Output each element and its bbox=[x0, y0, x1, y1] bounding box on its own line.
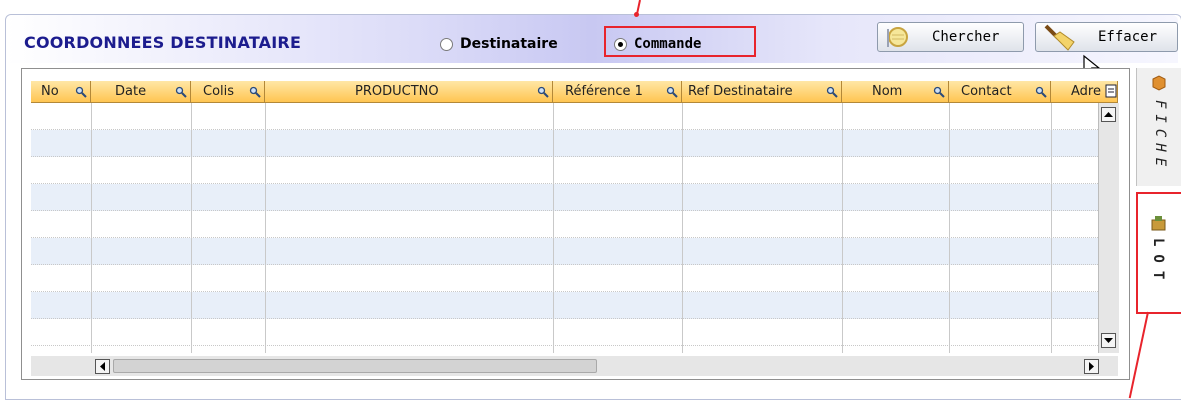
clear-button-label: Effacer bbox=[1098, 29, 1158, 45]
scroll-right-icon[interactable] bbox=[1084, 359, 1099, 374]
column-header-label: Ref Destinataire bbox=[688, 84, 793, 99]
scroll-down-icon[interactable] bbox=[1101, 333, 1116, 348]
search-icon[interactable] bbox=[249, 86, 261, 98]
column-header[interactable]: PRODUCTNO bbox=[265, 81, 553, 103]
panel-title: COORDONNEES DESTINATAIRE bbox=[24, 33, 302, 52]
fiche-icon bbox=[1152, 75, 1166, 91]
column-divider bbox=[91, 103, 92, 353]
search-button-label: Chercher bbox=[932, 29, 1000, 45]
column-divider bbox=[842, 103, 843, 353]
search-icon[interactable] bbox=[933, 86, 945, 98]
radio-icon bbox=[440, 37, 453, 51]
tab-lot-label: LOT bbox=[1150, 238, 1166, 288]
search-icon[interactable] bbox=[826, 86, 838, 98]
column-header-label: Nom bbox=[872, 84, 903, 99]
column-header[interactable]: Contact bbox=[949, 81, 1051, 103]
table-options-icon[interactable] bbox=[1104, 83, 1118, 99]
column-divider bbox=[191, 103, 192, 353]
search-button[interactable]: Chercher bbox=[877, 22, 1024, 52]
clear-button[interactable]: Effacer bbox=[1035, 22, 1178, 52]
magnifier-icon bbox=[887, 27, 908, 47]
search-icon[interactable] bbox=[1035, 86, 1047, 98]
column-header-label: PRODUCTNO bbox=[355, 84, 439, 99]
column-header-label: Date bbox=[115, 84, 147, 99]
vertical-scrollbar[interactable] bbox=[1098, 103, 1119, 353]
tab-lot[interactable]: LOT bbox=[1136, 192, 1181, 314]
lot-icon bbox=[1151, 216, 1166, 231]
column-divider bbox=[265, 103, 266, 353]
column-divider bbox=[553, 103, 554, 353]
search-icon[interactable] bbox=[666, 86, 678, 98]
scroll-left-icon[interactable] bbox=[95, 359, 110, 374]
column-header-label: Adre bbox=[1071, 84, 1101, 99]
broom-icon bbox=[1044, 24, 1075, 51]
column-header[interactable]: Nom bbox=[842, 81, 949, 103]
column-divider bbox=[682, 103, 683, 353]
search-icon[interactable] bbox=[537, 86, 549, 98]
column-header-label: Référence 1 bbox=[565, 84, 643, 99]
column-divider bbox=[1051, 103, 1052, 353]
column-header[interactable]: Référence 1 bbox=[553, 81, 682, 103]
search-icon[interactable] bbox=[175, 86, 187, 98]
column-header[interactable]: Colis bbox=[191, 81, 265, 103]
radio-destinataire[interactable]: Destinataire bbox=[440, 36, 558, 52]
search-icon[interactable] bbox=[75, 86, 87, 98]
column-header[interactable]: No bbox=[31, 81, 91, 103]
column-header[interactable]: Ref Destinataire bbox=[682, 81, 842, 103]
column-header-label: Colis bbox=[203, 84, 235, 99]
radio-destinataire-label: Destinataire bbox=[460, 36, 558, 52]
horizontal-scroll-thumb[interactable] bbox=[113, 359, 597, 373]
column-header[interactable]: Date bbox=[91, 81, 191, 103]
tab-fiche[interactable]: FICHE bbox=[1136, 68, 1181, 186]
tab-fiche-label: FICHE bbox=[1152, 100, 1168, 173]
annotation-dot bbox=[634, 12, 639, 17]
column-divider bbox=[949, 103, 950, 353]
column-header-label: Contact bbox=[961, 84, 1012, 99]
scroll-up-icon[interactable] bbox=[1101, 107, 1116, 122]
commande-highlight bbox=[604, 26, 756, 57]
column-header-label: No bbox=[41, 84, 59, 99]
